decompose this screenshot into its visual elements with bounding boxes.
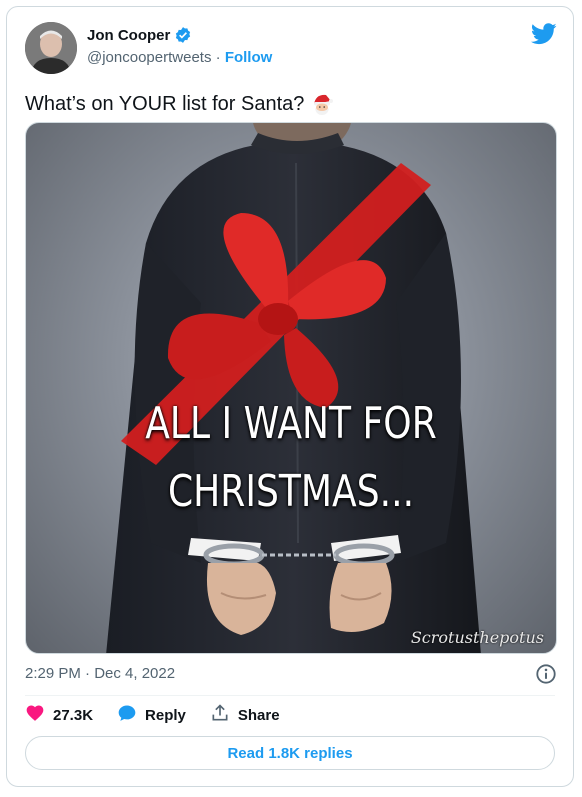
read-replies-button[interactable]: Read 1.8K replies: [25, 736, 555, 770]
twitter-bird-icon[interactable]: [530, 23, 557, 45]
tweet-actions: 27.3K Reply Share: [25, 703, 280, 727]
tweet-image[interactable]: ALL I WANT FOR CHRISTMAS... Scrotusthepo…: [25, 122, 557, 654]
author-handle[interactable]: @joncoopertweets: [87, 49, 211, 66]
share-label: Share: [237, 706, 280, 724]
reply-button[interactable]: Reply: [117, 703, 186, 727]
heart-icon: [25, 703, 45, 727]
tweet-text-content: What’s on YOUR list for Santa?: [25, 93, 305, 115]
reply-label: Reply: [145, 706, 186, 724]
divider: [25, 695, 555, 696]
tweet-text: What’s on YOUR list for Santa?: [25, 91, 334, 117]
share-button[interactable]: Share: [210, 703, 280, 727]
like-button[interactable]: 27.3K: [25, 703, 93, 727]
info-icon[interactable]: [535, 663, 557, 685]
image-watermark: Scrotusthepotus: [410, 628, 544, 647]
separator-dot: ·: [215, 49, 225, 66]
follow-link[interactable]: Follow: [225, 49, 273, 66]
author-handle-row: @joncoopertweets · Follow: [87, 49, 272, 66]
avatar[interactable]: [25, 22, 77, 74]
meme-caption-line2: CHRISTMAS...: [167, 466, 415, 517]
verified-badge-icon: [174, 26, 192, 44]
like-count: 27.3K: [53, 706, 94, 724]
tweet-timestamp[interactable]: 2:29 PM · Dec 4, 2022: [25, 665, 175, 682]
share-arrow-icon: [210, 703, 230, 727]
reply-bubble-icon: [117, 703, 137, 727]
meme-illustration: [106, 123, 481, 653]
author-name-text[interactable]: Jon Cooper: [87, 27, 170, 44]
santa-emoji-icon: [310, 92, 334, 116]
tweet-card: Jon Cooper @joncoopertweets · Follow Wha…: [6, 6, 574, 787]
meme-caption-line1: ALL I WANT FOR: [145, 398, 437, 449]
author-name[interactable]: Jon Cooper: [87, 26, 192, 44]
